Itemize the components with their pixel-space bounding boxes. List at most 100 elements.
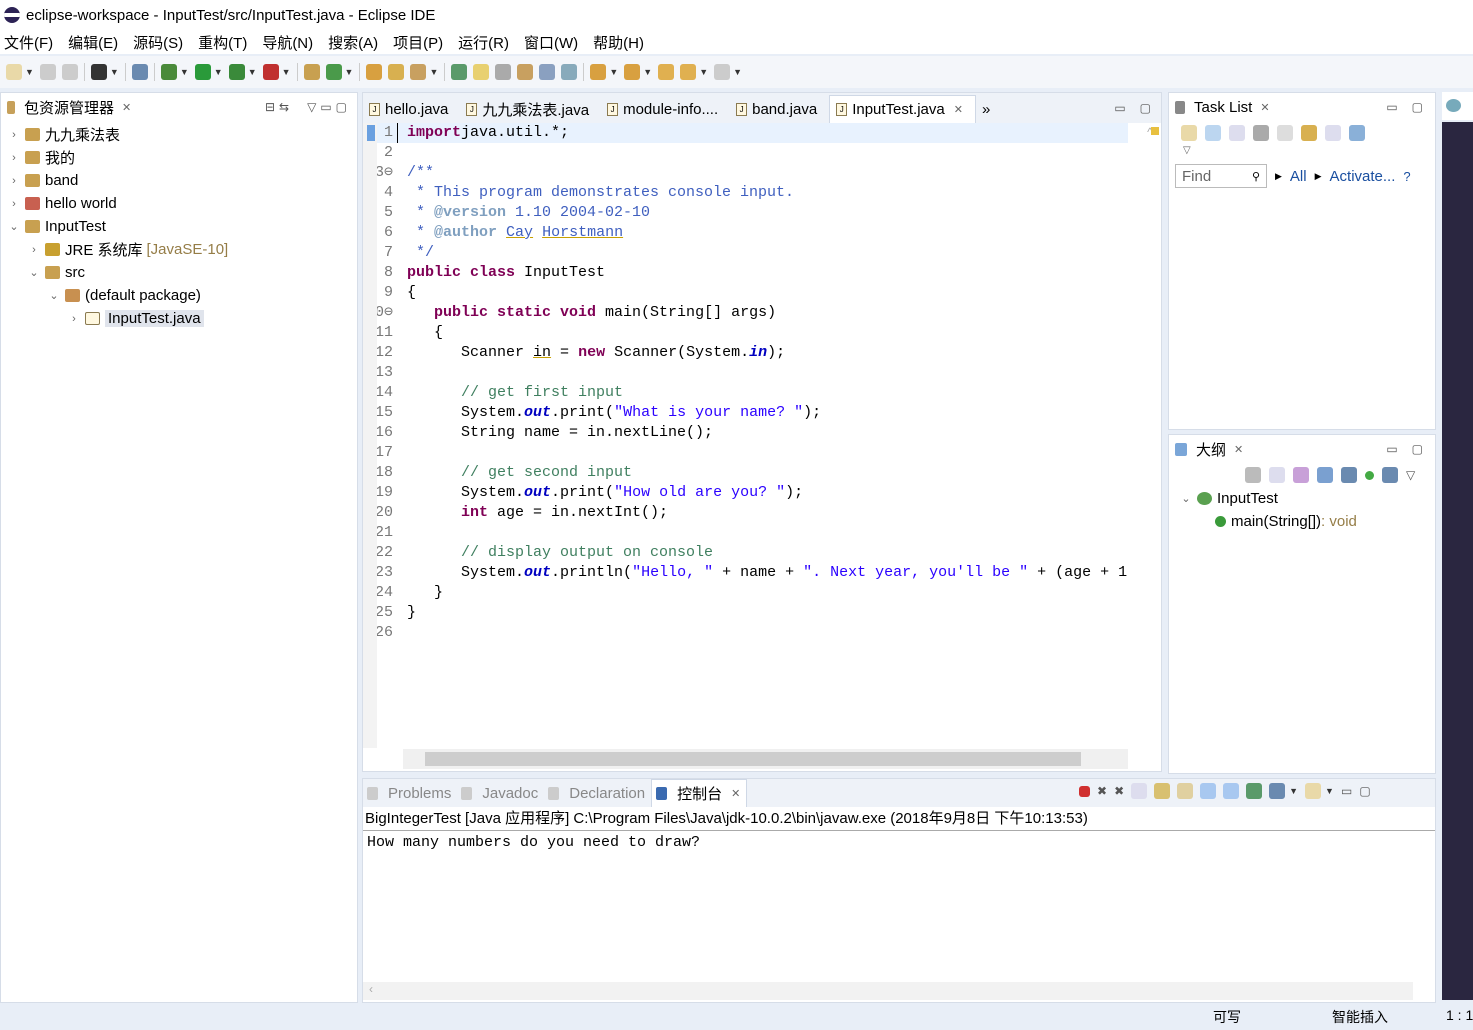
hide-static-icon[interactable]: [1341, 467, 1357, 483]
twisty-icon[interactable]: ›: [67, 313, 81, 325]
terminate-icon[interactable]: [1079, 785, 1090, 797]
close-icon[interactable]: ✕: [122, 101, 131, 114]
activate-link[interactable]: Activate...: [1330, 168, 1396, 185]
horizontal-scrollbar[interactable]: [403, 749, 1128, 769]
code-line[interactable]: 24 }: [363, 583, 1128, 603]
maximize-icon[interactable]: ▢: [1140, 101, 1151, 115]
code-line[interactable]: 18 // get second input: [363, 463, 1128, 483]
outline-item-class[interactable]: ⌄ InputTest: [1179, 487, 1435, 510]
pin-console-icon[interactable]: [1246, 783, 1263, 799]
maximize-icon[interactable]: ▢: [336, 100, 347, 114]
new-class-icon[interactable]: [325, 64, 342, 80]
code-line[interactable]: 23 System.out.println("Hello, " + name +…: [363, 563, 1128, 583]
code-line[interactable]: 6 * @author Cay Horstmann: [363, 223, 1128, 243]
collapse-all-icon[interactable]: ⊟: [265, 100, 275, 114]
scrollbar-thumb[interactable]: [425, 752, 1081, 766]
outline-tab[interactable]: 大纲 ✕ ▭ ▢: [1169, 435, 1435, 463]
last-edit-icon[interactable]: [658, 64, 675, 80]
code-line[interactable]: 12 Scanner in = new Scanner(System.in);: [363, 343, 1128, 363]
synchronize-icon[interactable]: [1253, 125, 1269, 141]
menu-item[interactable]: 重构(T): [198, 32, 247, 53]
run-icon[interactable]: [194, 64, 211, 80]
focus-icon[interactable]: [1301, 125, 1317, 141]
code-line[interactable]: 10⊖ public static void main(String[] arg…: [363, 303, 1128, 323]
menu-item[interactable]: 帮助(H): [593, 32, 644, 53]
console-output[interactable]: How many numbers do you need to draw?: [363, 831, 1435, 981]
next-annotation-icon[interactable]: [590, 64, 607, 80]
block-selection-icon[interactable]: [495, 64, 512, 80]
menu-item[interactable]: 运行(R): [458, 32, 509, 53]
menu-item[interactable]: 导航(N): [262, 32, 313, 53]
dropdown-arrow-icon[interactable]: ▼: [429, 67, 438, 77]
maximize-icon[interactable]: ▢: [1412, 100, 1423, 114]
tree-item[interactable]: › 我的: [1, 146, 357, 169]
forward-icon[interactable]: [714, 64, 731, 80]
dropdown-arrow-icon[interactable]: ▼: [643, 67, 652, 77]
code-area[interactable]: 1 importjava.util.*; 2 3⊖/** 4 * This progra…: [363, 123, 1128, 748]
code-line[interactable]: 15 System.out.print("What is your name? …: [363, 403, 1128, 423]
console-tab[interactable]: Declaration: [544, 779, 651, 807]
welcome-tab[interactable]: [1442, 92, 1473, 120]
link-editor-icon[interactable]: ⇆: [279, 100, 289, 114]
console-horizontal-scrollbar[interactable]: ‹: [363, 982, 1413, 1000]
twisty-icon[interactable]: ›: [27, 244, 41, 256]
code-line[interactable]: 17: [363, 443, 1128, 463]
help-icon[interactable]: ?: [1403, 169, 1410, 184]
dropdown-arrow-icon[interactable]: ▼: [214, 67, 223, 77]
twisty-icon[interactable]: ⌄: [27, 266, 41, 279]
console-tab[interactable]: 控制台 ✕: [651, 779, 748, 807]
view-menu-icon[interactable]: ▽: [307, 100, 316, 114]
code-line[interactable]: 16 String name = in.nextLine();: [363, 423, 1128, 443]
code-line[interactable]: 5 * @version 1.10 2004-02-10: [363, 203, 1128, 223]
twisty-icon[interactable]: ⌄: [47, 289, 61, 302]
scroll-lock-icon[interactable]: [1154, 783, 1171, 799]
dropdown-arrow-icon[interactable]: ▼: [345, 67, 354, 77]
profile-icon[interactable]: [90, 64, 107, 80]
code-line[interactable]: 19 System.out.print("How old are you? ")…: [363, 483, 1128, 503]
code-line[interactable]: 1 importjava.util.*;: [363, 123, 1128, 143]
tree-item[interactable]: › band: [1, 169, 357, 192]
show-on-stderr-icon[interactable]: [1223, 783, 1240, 799]
dropdown-arrow-icon[interactable]: ▼: [248, 67, 257, 77]
twisty-icon[interactable]: ⌄: [7, 220, 21, 233]
save-icon[interactable]: [39, 64, 56, 80]
collapse-icon[interactable]: [1325, 125, 1341, 141]
code-line[interactable]: 7 */: [363, 243, 1128, 263]
code-line[interactable]: 13: [363, 363, 1128, 383]
vertical-scrollbar[interactable]: ^: [1141, 125, 1159, 748]
code-line[interactable]: 4 * This program demonstrates console in…: [363, 183, 1128, 203]
categorized-icon[interactable]: [1205, 125, 1221, 141]
close-icon[interactable]: ✕: [1260, 101, 1269, 114]
task-list-tab[interactable]: Task List ✕ ▭ ▢: [1169, 93, 1435, 121]
editor-tab[interactable]: J InputTest.java ✕: [829, 95, 976, 123]
minimize-icon[interactable]: ▭: [1341, 784, 1352, 798]
close-icon[interactable]: ✕: [731, 787, 740, 800]
code-line[interactable]: 8 public class InputTest: [363, 263, 1128, 283]
tab-overflow-button[interactable]: »: [976, 95, 1002, 123]
code-line[interactable]: 20 int age = in.nextInt();: [363, 503, 1128, 523]
menu-item[interactable]: 编辑(E): [68, 32, 118, 53]
toggle-breadcrumb-icon[interactable]: [451, 64, 468, 80]
menu-item[interactable]: 窗口(W): [524, 32, 578, 53]
package-explorer-tab[interactable]: 包资源管理器 ✕ ⊟ ⇆ ▽ ▭ ▢: [1, 93, 357, 121]
back-icon[interactable]: [680, 64, 697, 80]
dropdown-arrow-icon[interactable]: ▼: [110, 67, 119, 77]
minimize-icon[interactable]: ▭: [1386, 100, 1397, 114]
close-icon[interactable]: ✕: [954, 103, 963, 116]
tree-item[interactable]: › JRE 系统库 [JavaSE-10]: [1, 238, 357, 261]
tree-item[interactable]: ⌄ (default package): [1, 284, 357, 307]
pilcrow-icon[interactable]: [561, 64, 578, 80]
close-icon[interactable]: ✕: [1234, 443, 1243, 456]
dropdown-arrow-icon[interactable]: ▼: [609, 67, 618, 77]
code-line[interactable]: 25}: [363, 603, 1128, 623]
tree-item[interactable]: › 九九乘法表: [1, 123, 357, 146]
tree-item[interactable]: › InputTest.java: [1, 307, 357, 330]
clear-console-icon[interactable]: [1131, 783, 1148, 799]
word-wrap-icon[interactable]: [1177, 783, 1194, 799]
open-task-icon[interactable]: [388, 64, 405, 80]
debug-icon[interactable]: [160, 64, 177, 80]
mark-occurrences-icon[interactable]: [473, 64, 490, 80]
editor-tab[interactable]: Jmodule-info....: [601, 95, 730, 123]
twisty-icon[interactable]: ›: [7, 129, 21, 141]
code-line[interactable]: 9{: [363, 283, 1128, 303]
